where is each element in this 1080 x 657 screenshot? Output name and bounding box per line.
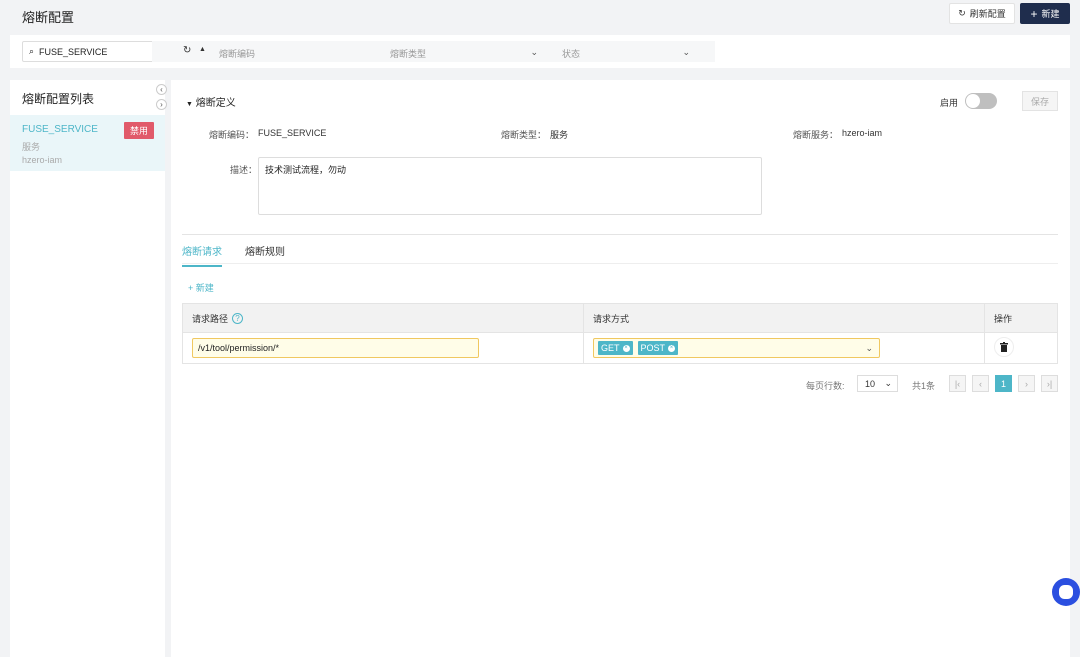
last-page-button[interactable]: ›|	[1041, 375, 1058, 392]
collapse-icon[interactable]: ▲	[199, 46, 206, 53]
page-size-select[interactable]: 10 ⌄	[857, 375, 898, 392]
page-size-label: 每页行数:	[806, 381, 845, 391]
remove-tag-icon[interactable]: ×	[668, 344, 676, 352]
chevron-down-icon: ⌄	[530, 47, 538, 57]
code-filter-input[interactable]: 熔断编码	[219, 47, 255, 60]
table-row: /v1/tool/permission/* GET × POST × ⌄	[183, 333, 1057, 363]
status-placeholder: 状态	[562, 49, 581, 59]
enable-label: 启用	[940, 98, 959, 108]
section-toggle[interactable]: ▼ 熔断定义	[186, 94, 236, 109]
save-button[interactable]: 保存	[1022, 91, 1058, 111]
path-input[interactable]: /v1/tool/permission/*	[192, 338, 479, 358]
type-value: 服务	[550, 130, 569, 140]
collapse-left-icon[interactable]: ‹	[156, 84, 167, 95]
chevron-down-icon: ⌄	[682, 47, 690, 57]
delete-button[interactable]	[994, 337, 1014, 357]
service-label: 熔断服务：	[793, 130, 839, 140]
divider	[182, 234, 1058, 235]
expand-right-icon[interactable]: ›	[156, 99, 167, 110]
tab-fuse-request[interactable]: 熔断请求	[182, 243, 222, 267]
enable-toggle[interactable]	[965, 93, 997, 109]
type-placeholder: 熔断类型	[390, 49, 427, 59]
total-count: 共1条	[912, 381, 936, 391]
refresh-label: 刷新配置	[969, 9, 1006, 19]
status-filter-select[interactable]: 状态 ⌄	[562, 47, 692, 60]
remove-tag-icon[interactable]: ×	[622, 344, 630, 352]
chevron-down-icon: ⌄	[865, 342, 873, 353]
first-page-button[interactable]: |‹	[949, 375, 966, 392]
trash-icon	[1000, 342, 1008, 352]
header-path: 请求路径	[192, 313, 229, 324]
tag-label: POST	[640, 343, 666, 353]
description-textarea[interactable]: 技术测试流程，勿动	[258, 157, 762, 215]
list-title: 熔断配置列表	[22, 92, 95, 106]
type-label: 熔断类型：	[501, 130, 547, 140]
add-row-button[interactable]: + 新建	[188, 281, 214, 294]
item-type: 服务	[22, 142, 41, 152]
service-value: hzero-iam	[842, 128, 883, 138]
list-item[interactable]: FUSE_SERVICE 禁用 服务 hzero-iam	[10, 115, 165, 171]
plus-icon: +	[1030, 6, 1038, 21]
new-label: 新建	[1041, 9, 1060, 19]
prev-page-button[interactable]: ‹	[972, 375, 989, 392]
add-row-label: 新建	[195, 283, 214, 293]
tab-fuse-rule[interactable]: 熔断规则	[245, 243, 285, 258]
next-page-button[interactable]: ›	[1018, 375, 1035, 392]
refresh-icon: ↻	[958, 8, 966, 18]
chevron-down-icon: ⌄	[884, 378, 892, 388]
search-input[interactable]: ⌕ FUSE_SERVICE	[22, 41, 165, 62]
header-action: 操作	[994, 313, 1013, 324]
page-size-value: 10	[865, 378, 876, 389]
help-icon[interactable]: ?	[232, 312, 244, 324]
tabs-divider	[182, 263, 1058, 264]
assistant-float-button[interactable]	[1052, 578, 1080, 606]
section-title: 熔断定义	[195, 98, 236, 109]
item-code: FUSE_SERVICE	[22, 124, 98, 135]
search-icon: ⌕	[29, 46, 35, 56]
tag-label: GET	[601, 343, 620, 353]
refresh-config-button[interactable]: ↻ 刷新配置	[949, 3, 1015, 24]
code-label: 熔断编码：	[209, 130, 255, 140]
request-table: 请求路径? 请求方式 操作 /v1/tool/permission/* GET ×…	[182, 303, 1058, 364]
search-value: FUSE_SERVICE	[39, 46, 108, 57]
method-select[interactable]: GET × POST × ⌄	[593, 338, 880, 358]
status-badge: 禁用	[124, 122, 155, 139]
assistant-icon	[1059, 585, 1073, 599]
desc-label: 描述：	[230, 165, 258, 175]
type-filter-select[interactable]: 熔断类型 ⌄	[390, 47, 540, 60]
method-tag-get: GET ×	[598, 341, 633, 355]
code-value: FUSE_SERVICE	[258, 128, 327, 138]
method-tag-post: POST ×	[637, 341, 679, 355]
plus-icon: +	[188, 283, 194, 293]
caret-down-icon: ▼	[186, 101, 193, 108]
header-method: 请求方式	[593, 313, 630, 324]
reset-icon[interactable]: ↻	[183, 45, 191, 56]
page-1-button[interactable]: 1	[995, 375, 1012, 392]
new-button[interactable]: + 新建	[1020, 3, 1070, 24]
page-title: 熔断配置	[22, 10, 75, 25]
item-service: hzero-iam	[22, 155, 63, 165]
table-header: 请求路径? 请求方式 操作	[183, 304, 1057, 333]
